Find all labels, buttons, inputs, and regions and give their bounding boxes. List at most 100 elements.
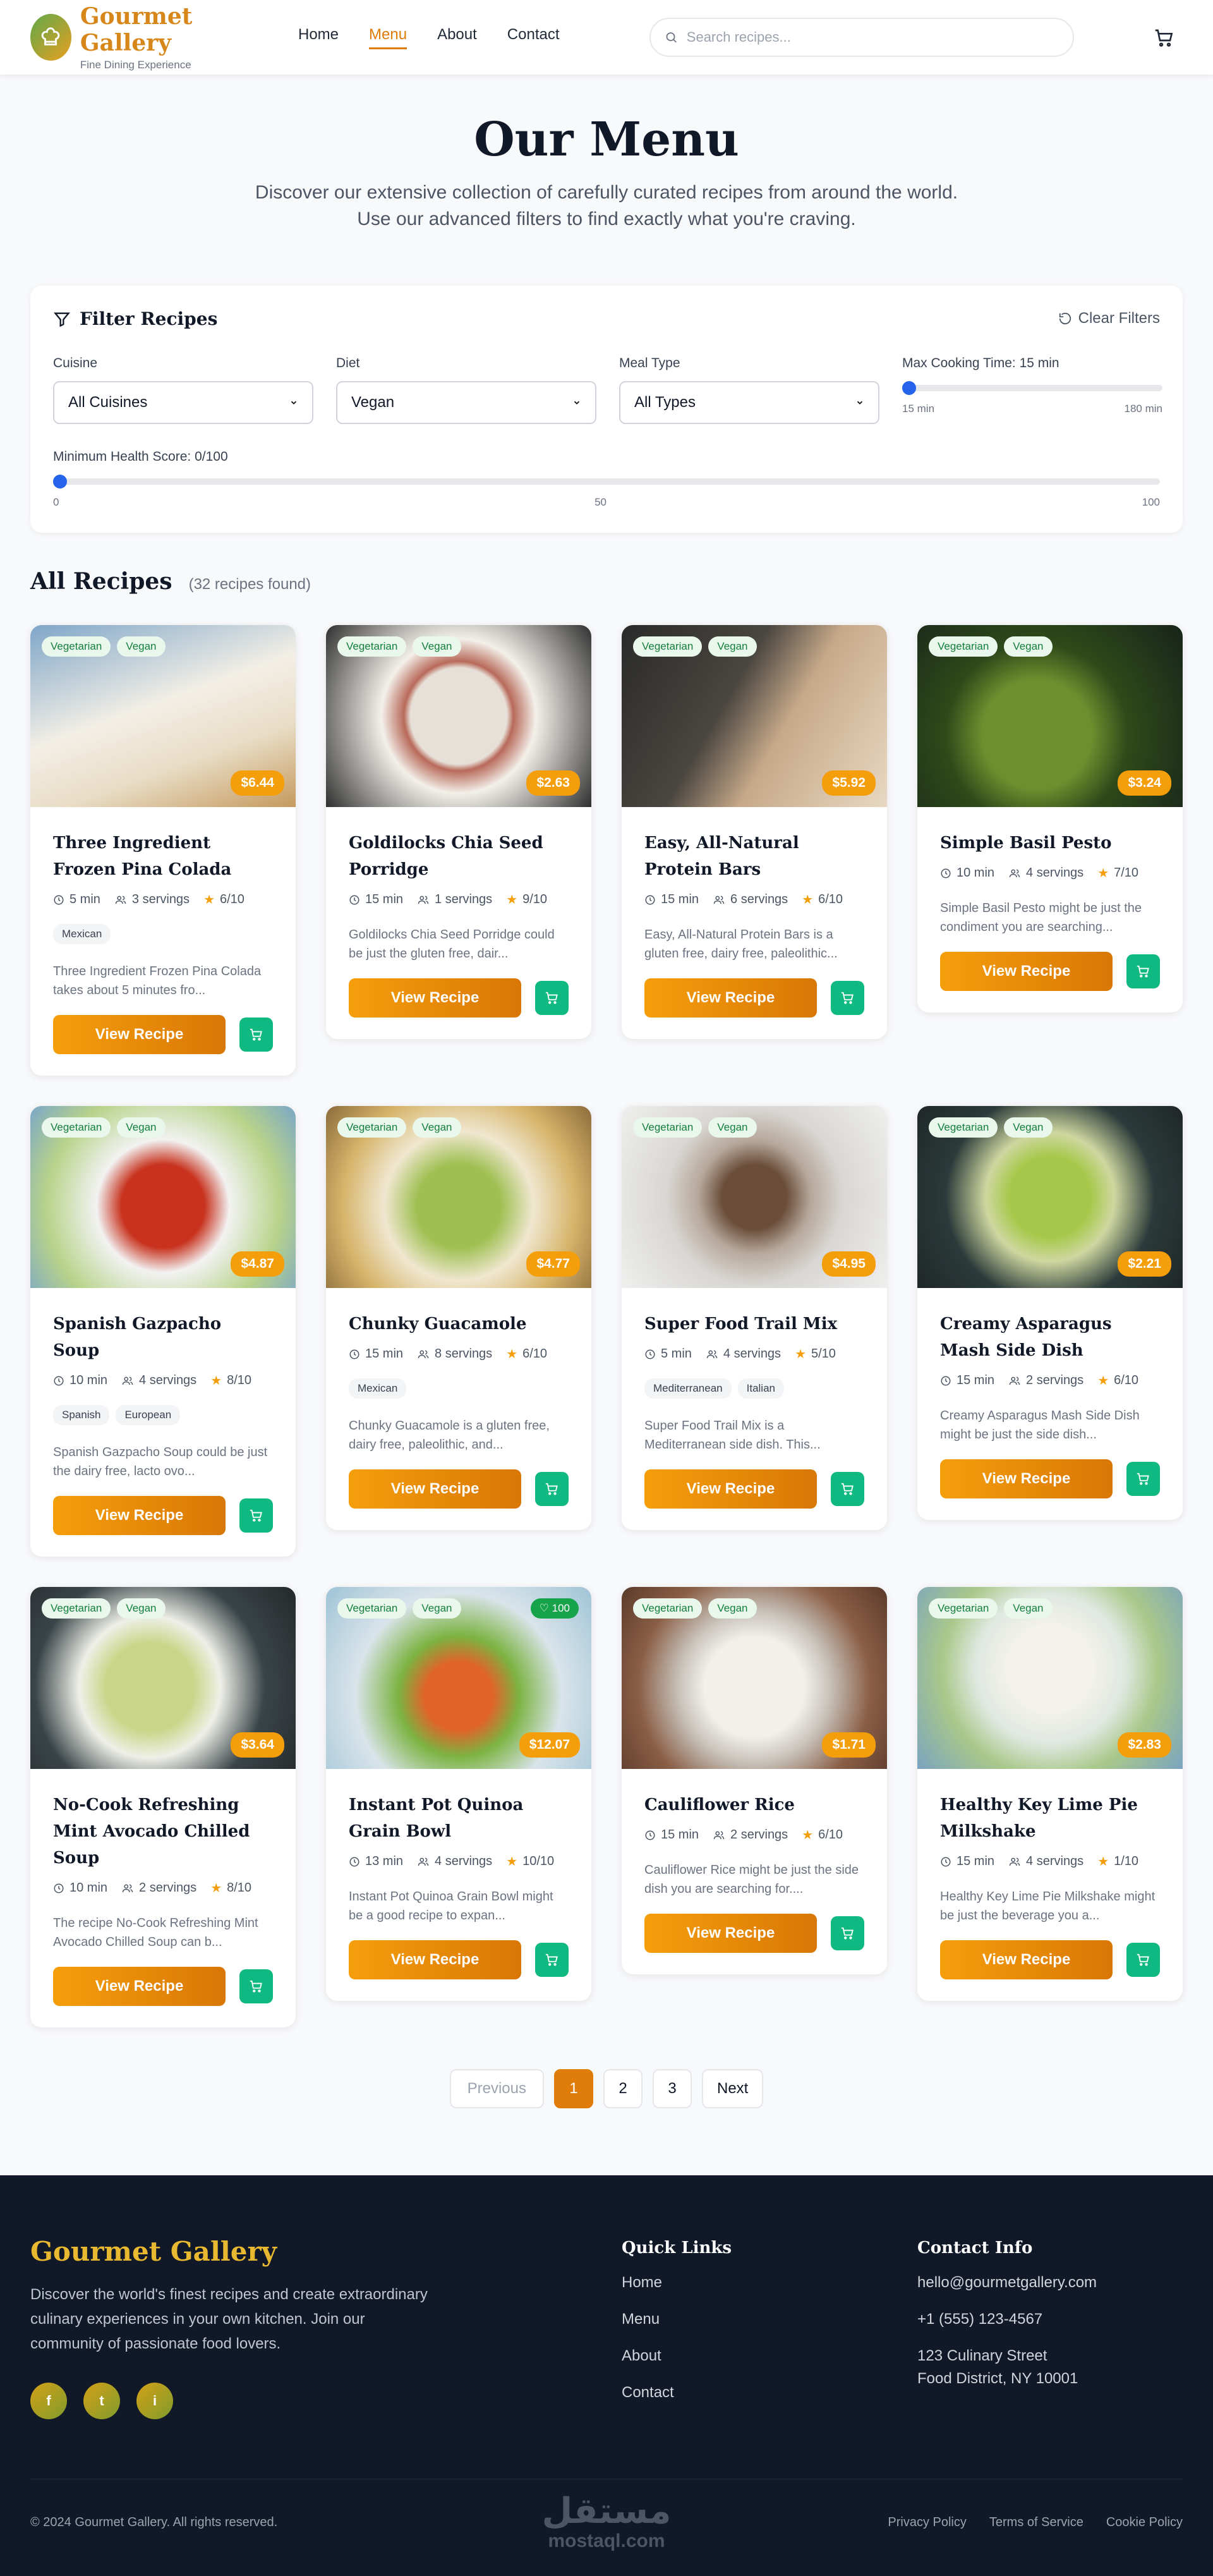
add-to-cart-button[interactable] (534, 1472, 569, 1506)
recipe-card[interactable]: Vegetarian Vegan $2.83 Healthy Key Lime P… (917, 1587, 1183, 2001)
diet-tags: Vegetarian Vegan (337, 636, 461, 657)
terms-of-service-link[interactable]: Terms of Service (989, 2515, 1083, 2530)
nav-menu[interactable]: Menu (369, 26, 407, 49)
recipe-title[interactable]: Three Ingredient Frozen Pina Colada (53, 830, 273, 883)
recipe-card[interactable]: Vegetarian Vegan $4.87 Spanish Gazpacho S… (30, 1106, 296, 1557)
cookie-policy-link[interactable]: Cookie Policy (1106, 2515, 1183, 2530)
view-recipe-button[interactable]: View Recipe (644, 1469, 817, 1509)
search-input[interactable] (686, 29, 1059, 46)
max-time-slider[interactable] (902, 381, 1162, 395)
facebook-icon[interactable]: f (30, 2383, 67, 2419)
view-recipe-button[interactable]: View Recipe (53, 1967, 226, 2006)
next-page-button[interactable]: Next (702, 2069, 764, 2108)
meal-type-select[interactable]: All Types (619, 381, 879, 424)
clock-icon (645, 1349, 655, 1359)
slider-thumb[interactable] (53, 475, 67, 489)
instagram-icon[interactable]: i (136, 2383, 173, 2419)
recipe-title[interactable]: No-Cook Refreshing Mint Avocado Chilled … (53, 1792, 273, 1871)
page-1-button[interactable]: 1 (554, 2069, 593, 2108)
section-title: All Recipes (30, 568, 172, 595)
recipe-image[interactable]: Vegetarian Vegan $2.63 (326, 625, 591, 807)
recipe-card[interactable]: Vegetarian Vegan $3.64 No-Cook Refreshing… (30, 1587, 296, 2027)
recipe-image[interactable]: Vegetarian Vegan $4.87 (30, 1106, 296, 1288)
recipe-title[interactable]: Creamy Asparagus Mash Side Dish (940, 1311, 1160, 1364)
diet-select[interactable]: Vegan (336, 381, 596, 424)
page-3-button[interactable]: 3 (653, 2069, 692, 2108)
recipe-card[interactable]: Vegetarian Vegan $4.95 Super Food Trail M… (622, 1106, 887, 1530)
view-recipe-button[interactable]: View Recipe (940, 1940, 1113, 1979)
privacy-policy-link[interactable]: Privacy Policy (888, 2515, 966, 2530)
nav-home[interactable]: Home (298, 26, 339, 49)
recipe-image[interactable]: Vegetarian Vegan $4.95 (622, 1106, 887, 1288)
footer-link-home[interactable]: Home (622, 2271, 732, 2294)
add-to-cart-button[interactable] (1126, 1462, 1160, 1496)
recipe-card[interactable]: Vegetarian Vegan ♡ 100 $12.07 Instant Pot… (326, 1587, 591, 2001)
footer-link-contact[interactable]: Contact (622, 2381, 732, 2404)
page-2-button[interactable]: 2 (603, 2069, 643, 2108)
recipe-title[interactable]: Simple Basil Pesto (940, 830, 1160, 856)
add-to-cart-button[interactable] (239, 1498, 273, 1533)
search-bar[interactable] (649, 18, 1074, 57)
recipe-title[interactable]: Spanish Gazpacho Soup (53, 1311, 273, 1364)
add-to-cart-button[interactable] (1126, 1943, 1160, 1977)
recipe-card[interactable]: Vegetarian Vegan $2.63 Goldilocks Chia Se… (326, 625, 591, 1039)
recipe-title[interactable]: Chunky Guacamole (349, 1311, 569, 1337)
users-icon (1009, 1376, 1020, 1385)
recipe-card[interactable]: Vegetarian Vegan $2.21 Creamy Asparagus M… (917, 1106, 1183, 1520)
recipe-card[interactable]: Vegetarian Vegan $5.92 Easy, All-Natural … (622, 625, 887, 1039)
view-recipe-button[interactable]: View Recipe (349, 1469, 521, 1509)
add-to-cart-button[interactable] (239, 1969, 273, 2003)
footer-link-about[interactable]: About (622, 2345, 732, 2367)
slider-thumb[interactable] (902, 381, 916, 395)
clear-filters-button[interactable]: Clear Filters (1058, 310, 1160, 327)
nav-contact[interactable]: Contact (507, 26, 560, 49)
recipe-image[interactable]: Vegetarian Vegan $3.24 (917, 625, 1183, 807)
view-recipe-button[interactable]: View Recipe (53, 1015, 226, 1054)
add-to-cart-button[interactable] (830, 1916, 864, 1950)
cuisine-select[interactable]: All Cuisines (53, 381, 313, 424)
view-recipe-button[interactable]: View Recipe (940, 1459, 1113, 1498)
view-recipe-button[interactable]: View Recipe (644, 1914, 817, 1953)
recipe-title[interactable]: Super Food Trail Mix (644, 1311, 864, 1337)
recipe-title[interactable]: Healthy Key Lime Pie Milkshake (940, 1792, 1160, 1845)
recipe-title[interactable]: Goldilocks Chia Seed Porridge (349, 830, 569, 883)
view-recipe-button[interactable]: View Recipe (644, 978, 817, 1018)
cart-icon[interactable] (1150, 24, 1178, 52)
add-to-cart-button[interactable] (534, 981, 569, 1015)
previous-page-button[interactable]: Previous (449, 2069, 544, 2108)
add-to-cart-button[interactable] (830, 981, 864, 1015)
recipe-card[interactable]: Vegetarian Vegan $4.77 Chunky Guacamole 1… (326, 1106, 591, 1530)
recipe-body: Three Ingredient Frozen Pina Colada 5 mi… (30, 807, 296, 1076)
brand-name: Gourmet Gallery (80, 3, 193, 56)
health-score-slider[interactable] (53, 475, 1160, 489)
view-recipe-button[interactable]: View Recipe (349, 978, 521, 1018)
recipe-image[interactable]: Vegetarian Vegan $2.83 (917, 1587, 1183, 1769)
add-to-cart-button[interactable] (239, 1018, 273, 1052)
nav-about[interactable]: About (437, 26, 477, 49)
recipe-image[interactable]: Vegetarian Vegan ♡ 100 $12.07 (326, 1587, 591, 1769)
add-to-cart-button[interactable] (830, 1472, 864, 1506)
recipe-image[interactable]: Vegetarian Vegan $3.64 (30, 1587, 296, 1769)
logo[interactable]: Gourmet Gallery Fine Dining Experience (30, 3, 265, 71)
recipe-title[interactable]: Easy, All-Natural Protein Bars (644, 830, 864, 883)
add-to-cart-button[interactable] (534, 1943, 569, 1977)
recipe-title[interactable]: Instant Pot Quinoa Grain Bowl (349, 1792, 569, 1845)
view-recipe-button[interactable]: View Recipe (349, 1940, 521, 1979)
twitter-icon[interactable]: t (83, 2383, 120, 2419)
recipe-image[interactable]: Vegetarian Vegan $5.92 (622, 625, 887, 807)
add-to-cart-button[interactable] (1126, 954, 1160, 988)
view-recipe-button[interactable]: View Recipe (53, 1496, 226, 1535)
rating-value: 6/10 (1114, 1373, 1139, 1387)
contact-email[interactable]: hello@gourmetgallery.com (917, 2271, 1097, 2294)
view-recipe-button[interactable]: View Recipe (940, 952, 1113, 991)
recipe-title[interactable]: Cauliflower Rice (644, 1792, 864, 1818)
recipe-image[interactable]: Vegetarian Vegan $6.44 (30, 625, 296, 807)
recipe-card[interactable]: Vegetarian Vegan $3.24 Simple Basil Pesto… (917, 625, 1183, 1012)
recipe-image[interactable]: Vegetarian Vegan $4.77 (326, 1106, 591, 1288)
recipe-description: Three Ingredient Frozen Pina Colada take… (53, 964, 262, 997)
recipe-card[interactable]: Vegetarian Vegan $6.44 Three Ingredient F… (30, 625, 296, 1076)
recipe-image[interactable]: Vegetarian Vegan $1.71 (622, 1587, 887, 1769)
recipe-card[interactable]: Vegetarian Vegan $1.71 Cauliflower Rice 1… (622, 1587, 887, 1974)
footer-link-menu[interactable]: Menu (622, 2308, 732, 2331)
recipe-image[interactable]: Vegetarian Vegan $2.21 (917, 1106, 1183, 1288)
